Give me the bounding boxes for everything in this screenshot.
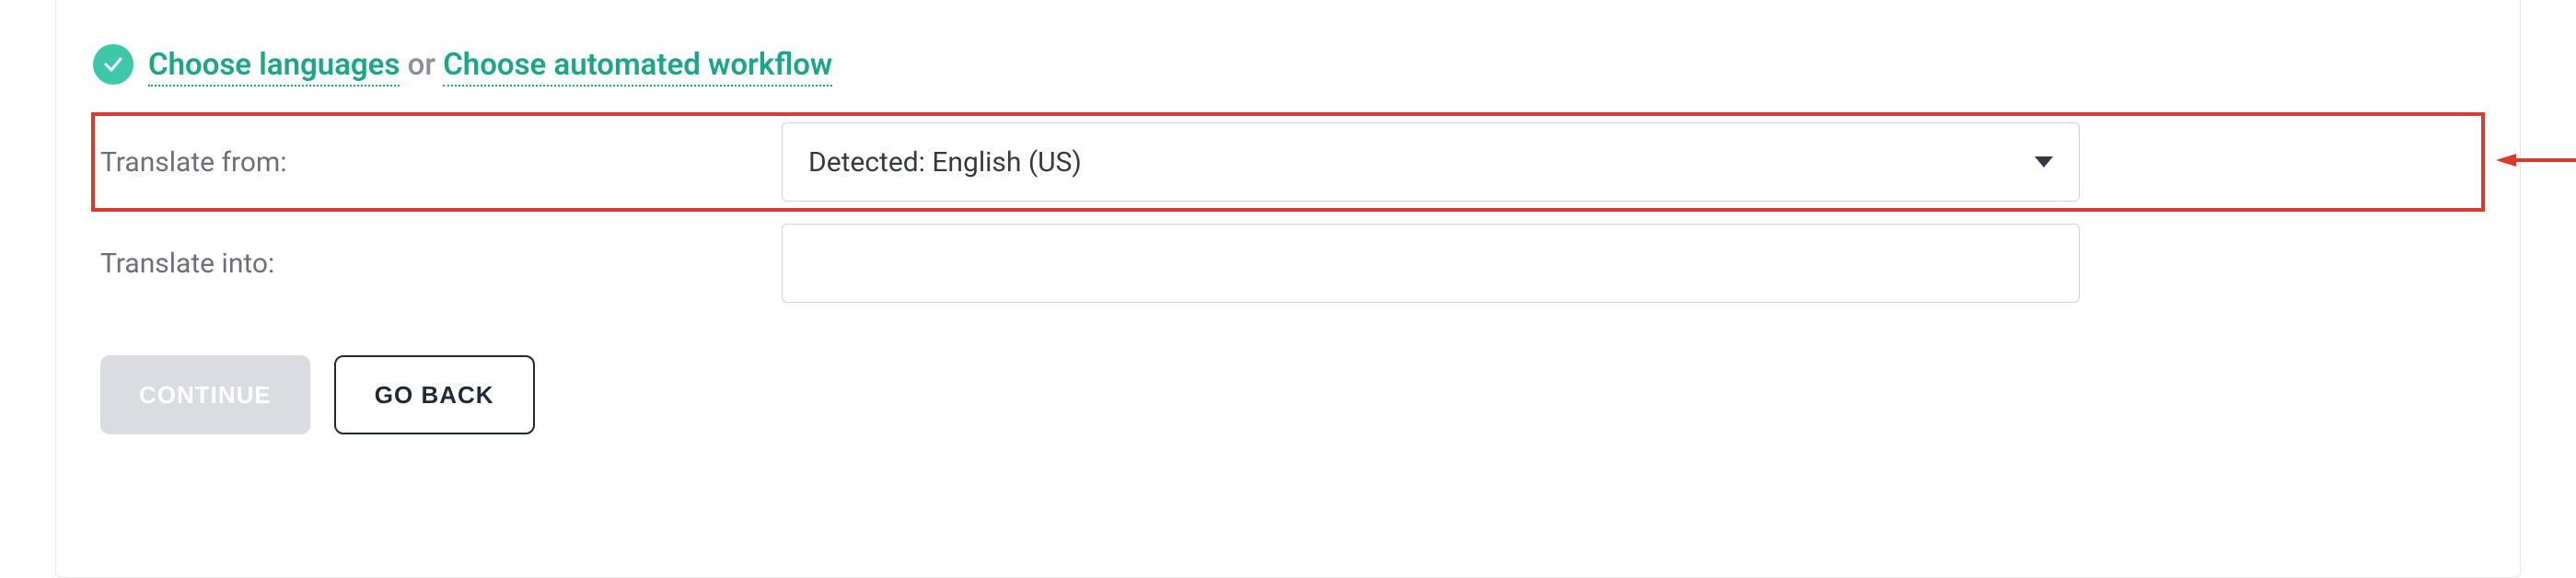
continue-button[interactable]: CONTINUE bbox=[100, 355, 310, 434]
choose-languages-link[interactable]: Choose languages bbox=[148, 47, 400, 87]
translate-from-label: Translate from: bbox=[100, 146, 782, 179]
or-separator: or bbox=[408, 47, 435, 83]
translate-into-row: Translate into: bbox=[56, 217, 2520, 309]
step-header: Choose languages or Choose automated wor… bbox=[56, 0, 2520, 103]
chevron-down-icon bbox=[2035, 156, 2053, 168]
annotation-arrow-icon bbox=[2496, 151, 2576, 173]
go-back-button[interactable]: GO BACK bbox=[334, 355, 535, 434]
check-icon bbox=[93, 44, 133, 85]
settings-panel: Choose languages or Choose automated wor… bbox=[55, 0, 2521, 578]
translate-from-select[interactable]: Detected: English (US) bbox=[782, 122, 2080, 202]
choose-workflow-link[interactable]: Choose automated workflow bbox=[443, 47, 832, 87]
action-buttons: CONTINUE GO BACK bbox=[56, 309, 2520, 462]
translate-into-input[interactable] bbox=[782, 224, 2080, 303]
translate-from-value: Detected: English (US) bbox=[808, 146, 1082, 179]
step-title: Choose languages or Choose automated wor… bbox=[148, 47, 832, 83]
translate-into-label: Translate into: bbox=[100, 248, 782, 280]
translate-from-row-highlight: Translate from: Detected: English (US) bbox=[91, 112, 2485, 212]
